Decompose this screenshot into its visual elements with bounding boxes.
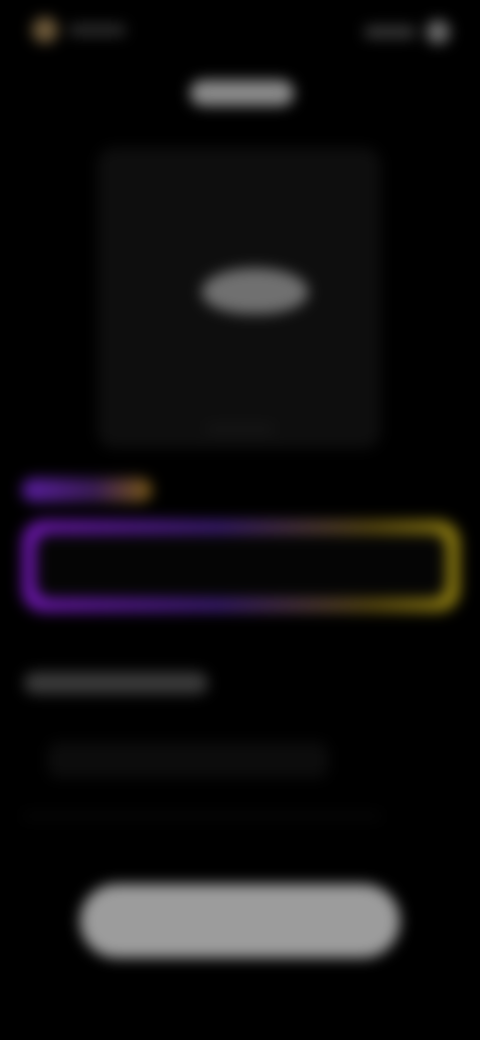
top-right-group[interactable] [364,18,450,46]
top-left-group[interactable] [32,16,126,44]
avatar-icon[interactable] [32,17,58,43]
top-bar [0,0,480,64]
divider [22,812,382,820]
top-right-text [364,26,416,38]
generate-button[interactable] [80,884,400,958]
cloud-icon [202,268,308,314]
prompt-input[interactable] [36,534,446,598]
prompt-label [22,478,152,502]
prompt-input-frame[interactable] [22,520,460,612]
top-left-text [68,24,126,36]
page-title [190,80,294,106]
app-screen [0,0,480,1040]
option-row[interactable] [48,742,328,778]
profile-icon[interactable] [426,20,450,44]
section-heading [24,672,208,694]
preview-caption [205,424,275,434]
